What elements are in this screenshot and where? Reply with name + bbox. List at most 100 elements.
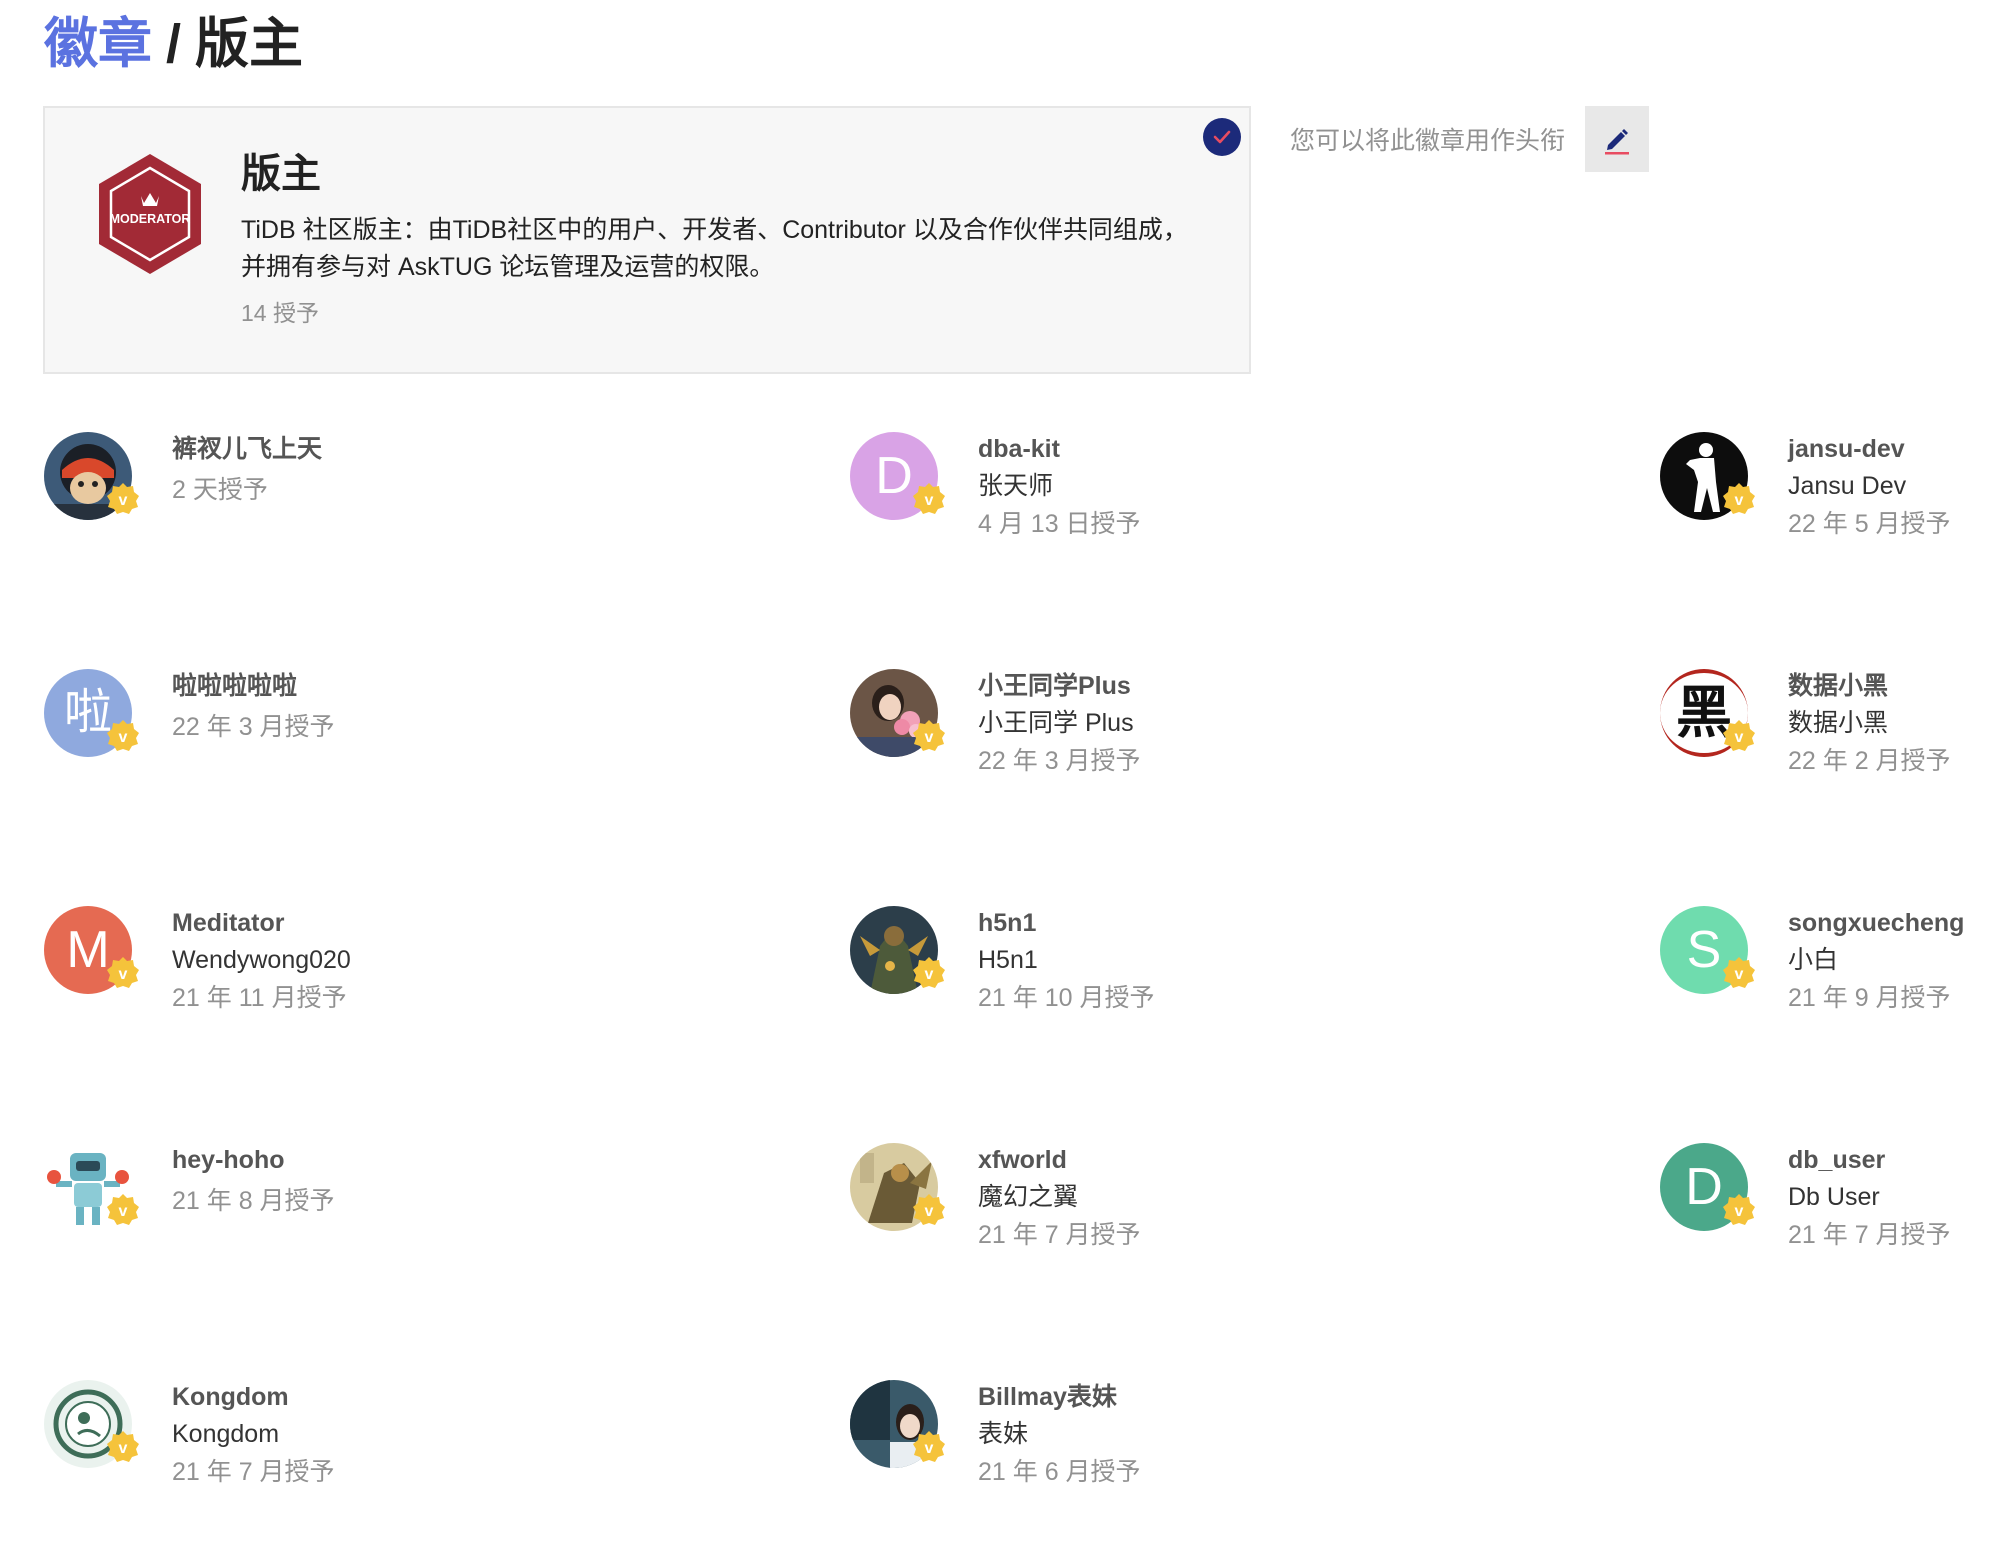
granted-date: 21 年 11 月授予: [172, 984, 347, 1012]
user-card: v h5n1 H5n1 21 年 10 月授予: [850, 906, 1410, 1066]
badge-description: TiDB 社区版主：由TiDB社区中的用户、开发者、Contributor 以及…: [241, 216, 1188, 281]
user-full-name: 小白: [1788, 946, 1839, 974]
svg-text:v: v: [925, 492, 934, 509]
user-full-name: 数据小黑: [1788, 709, 1889, 737]
badge-granted-count: 14 授予: [241, 300, 319, 326]
username-link[interactable]: jansu-dev: [1788, 433, 1951, 465]
verified-v-icon: v: [913, 1194, 945, 1225]
verified-v-icon: v: [107, 1431, 139, 1462]
verified-v-icon: v: [913, 720, 945, 751]
user-avatar[interactable]: v: [850, 906, 945, 994]
user-avatar[interactable]: v: [850, 1380, 945, 1468]
granted-date: 21 年 7 月授予: [1788, 1221, 1951, 1249]
user-avatar[interactable]: v: [850, 669, 945, 757]
pencil-icon: [1605, 129, 1629, 155]
user-card: v Billmay表妹 表妹 21 年 6 月授予: [850, 1380, 1410, 1540]
user-full-name: H5n1: [978, 946, 1038, 974]
username-link[interactable]: hey-hoho: [172, 1144, 335, 1176]
granted-date: 22 年 2 月授予: [1788, 747, 1951, 775]
granted-date: 4 月 13 日授予: [978, 510, 1141, 538]
granted-date: 2 天授予: [172, 476, 268, 504]
user-avatar[interactable]: M v: [44, 906, 139, 994]
user-card: M v Meditator Wendywong020 21 年 11 月授予: [44, 906, 604, 1066]
svg-text:v: v: [925, 1203, 934, 1220]
check-circle-icon: [1203, 118, 1241, 156]
username-link[interactable]: songxuecheng: [1788, 907, 1964, 939]
verified-v-icon: v: [913, 483, 945, 514]
svg-text:v: v: [925, 966, 934, 983]
edit-title-button[interactable]: [1585, 106, 1649, 172]
username-link[interactable]: 裤衩儿飞上天: [172, 433, 322, 465]
use-as-title-hint: 您可以将此徽章用作头衔: [1290, 127, 1566, 155]
granted-date: 21 年 7 月授予: [978, 1221, 1141, 1249]
user-full-name: 张天师: [978, 472, 1054, 500]
user-avatar[interactable]: D v: [1660, 1143, 1755, 1231]
user-full-name: Jansu Dev: [1788, 472, 1907, 500]
svg-text:v: v: [119, 492, 128, 509]
username-link[interactable]: db_user: [1788, 1144, 1951, 1176]
verified-v-icon: v: [1723, 720, 1755, 751]
username-link[interactable]: 啦啦啦啦啦: [172, 670, 335, 702]
svg-text:v: v: [119, 1203, 128, 1220]
verified-v-icon: v: [913, 1431, 945, 1462]
username-link[interactable]: Kongdom: [172, 1381, 335, 1413]
verified-v-icon: v: [1723, 1194, 1755, 1225]
granted-date: 21 年 9 月授予: [1788, 984, 1951, 1012]
verified-v-icon: v: [107, 720, 139, 751]
svg-text:MODERATOR: MODERATOR: [110, 212, 191, 226]
granted-date: 22 年 5 月授予: [1788, 510, 1951, 538]
svg-text:v: v: [925, 729, 934, 746]
user-card: v 裤衩儿飞上天 2 天授予: [44, 432, 604, 592]
granted-date: 21 年 7 月授予: [172, 1458, 335, 1486]
user-full-name: Db User: [1788, 1183, 1880, 1211]
user-avatar[interactable]: D v: [850, 432, 945, 520]
user-avatar[interactable]: 啦 v: [44, 669, 139, 757]
user-card: 啦 v 啦啦啦啦啦 22 年 3 月授予: [44, 669, 604, 829]
badges-breadcrumb-link[interactable]: 徽章: [44, 14, 152, 74]
granted-date: 21 年 8 月授予: [172, 1187, 335, 1215]
svg-text:v: v: [119, 966, 128, 983]
user-full-name: Wendywong020: [172, 946, 351, 974]
moderator-hexagon-icon: MODERATOR: [95, 152, 205, 276]
user-card: D v db_user Db User 21 年 7 月授予: [1660, 1143, 1990, 1303]
badge-card: MODERATOR 版主 TiDB 社区版主：由TiDB社区中的用户、开发者、C…: [43, 106, 1251, 374]
user-avatar[interactable]: v: [44, 1143, 139, 1231]
user-card: v xfworld 魔幻之翼 21 年 7 月授予: [850, 1143, 1410, 1303]
svg-text:v: v: [119, 729, 128, 746]
svg-text:v: v: [119, 1440, 128, 1457]
breadcrumb-current: 版主: [195, 14, 304, 74]
badge-name: 版主: [241, 152, 321, 196]
svg-text:v: v: [1735, 492, 1744, 509]
user-avatar[interactable]: v: [44, 1380, 139, 1468]
username-link[interactable]: xfworld: [978, 1144, 1141, 1176]
verified-v-icon: v: [107, 1194, 139, 1225]
svg-text:v: v: [1735, 1203, 1744, 1220]
granted-date: 22 年 3 月授予: [978, 747, 1141, 775]
username-link[interactable]: 数据小黑: [1788, 670, 1951, 702]
user-avatar[interactable]: S v: [1660, 906, 1755, 994]
username-link[interactable]: Billmay表妹: [978, 1381, 1141, 1413]
username-link[interactable]: h5n1: [978, 907, 1154, 939]
username-link[interactable]: Meditator: [172, 907, 351, 939]
granted-date: 21 年 6 月授予: [978, 1458, 1141, 1486]
svg-text:v: v: [1735, 729, 1744, 746]
username-link[interactable]: 小王同学Plus: [978, 670, 1141, 702]
svg-text:v: v: [925, 1440, 934, 1457]
user-full-name: Kongdom: [172, 1420, 280, 1448]
user-card: v hey-hoho 21 年 8 月授予: [44, 1143, 604, 1303]
user-card: v jansu-dev Jansu Dev 22 年 5 月授予: [1660, 432, 1990, 592]
user-card: S v songxuecheng 小白 21 年 9 月授予: [1660, 906, 1990, 1066]
user-avatar[interactable]: 黑 v: [1660, 669, 1755, 757]
granted-date: 22 年 3 月授予: [172, 713, 335, 741]
granted-date: 21 年 10 月授予: [978, 984, 1155, 1012]
user-avatar[interactable]: v: [1660, 432, 1755, 520]
user-avatar[interactable]: v: [44, 432, 139, 520]
verified-v-icon: v: [913, 957, 945, 988]
user-full-name: 魔幻之翼: [978, 1183, 1079, 1211]
username-link[interactable]: dba-kit: [978, 433, 1141, 465]
user-full-name: 小王同学 Plus: [978, 709, 1134, 737]
user-card: v Kongdom Kongdom 21 年 7 月授予: [44, 1380, 604, 1540]
user-avatar[interactable]: v: [850, 1143, 945, 1231]
user-full-name: 表妹: [978, 1420, 1029, 1448]
user-card: v 小王同学Plus 小王同学 Plus 22 年 3 月授予: [850, 669, 1410, 829]
